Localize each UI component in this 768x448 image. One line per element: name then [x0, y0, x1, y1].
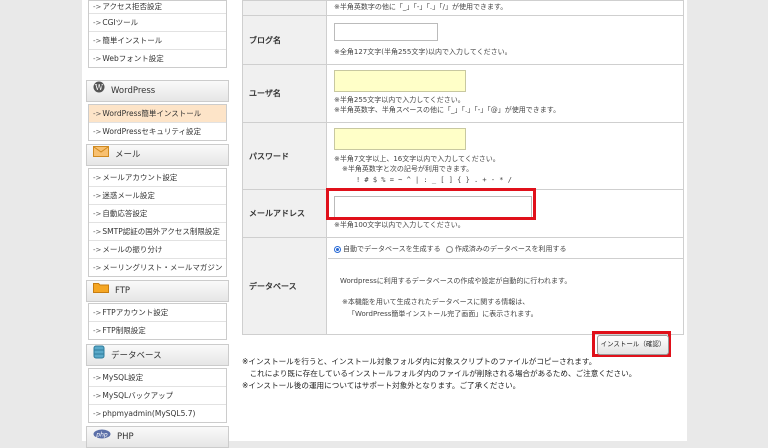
- menu-item-web-font[interactable]: ->Webフォント設定: [89, 50, 226, 67]
- menu-item-smtp-restrict[interactable]: ->SMTP認証の国外アクセス制限設定: [89, 223, 226, 241]
- envelope-icon: [93, 145, 109, 165]
- section-header-database[interactable]: データベース: [86, 344, 229, 366]
- database-icon: [93, 345, 105, 367]
- arrow-right-icon: ->: [93, 37, 102, 45]
- menu-item-access-deny[interactable]: ->アクセス拒否設定: [89, 1, 226, 14]
- arrow-right-icon: ->: [93, 210, 102, 218]
- menu-item-mailing-list[interactable]: ->メーリングリスト・メールマガジン: [89, 259, 226, 276]
- arrow-right-icon: ->: [93, 174, 102, 182]
- arrow-right-icon: ->: [93, 392, 102, 400]
- label-password: パスワード: [243, 123, 327, 189]
- arrow-right-icon: ->: [93, 410, 102, 418]
- menu-item-mysql-settings[interactable]: ->MySQL設定: [89, 369, 226, 387]
- menu-item-wordpress-install[interactable]: ->WordPress簡単インストール: [89, 105, 226, 123]
- footer-note-1: ※インストールを行うと、インストール対象フォルダ内に対象スクリプトのファイルがコ…: [242, 357, 597, 366]
- blog-name-input[interactable]: [334, 23, 438, 41]
- label-email: メールアドレス: [243, 190, 327, 237]
- arrow-right-icon: ->: [93, 374, 102, 382]
- install-form: ※半角英数字の他に「_」「-」「.」「/」が使用できます。 ブログ名 ※全角12…: [242, 0, 684, 335]
- menu-item-auto-reply[interactable]: ->自動応答設定: [89, 205, 226, 223]
- arrow-right-icon: ->: [93, 3, 102, 11]
- menu-group-wordpress: ->WordPress簡単インストール ->WordPressセキュリティ設定: [88, 104, 227, 141]
- menu-group-ftp: ->FTPアカウント設定 ->FTP制限設定: [88, 303, 227, 340]
- row-password: パスワード ※半角7文字以上、16文字以内で入力してください。 ※半角英数字と次…: [243, 123, 683, 190]
- row-blog-name: ブログ名 ※全角127文字(半角255文字)以内で入力してください。: [243, 16, 683, 65]
- menu-item-easy-install[interactable]: ->簡単インストール: [89, 32, 226, 50]
- section-header-ftp[interactable]: FTP: [86, 280, 229, 302]
- menu-item-mysql-backup[interactable]: ->MySQLバックアップ: [89, 387, 226, 405]
- label-username: ユーザ名: [243, 65, 327, 122]
- section-header-mail[interactable]: メール: [86, 144, 229, 166]
- install-confirm-button[interactable]: インストール（確認）: [597, 335, 669, 355]
- footer-note-2: これにより既に存在しているインストールフォルダ内のファイルが削除される場合がある…: [242, 369, 637, 378]
- menu-item-wordpress-security[interactable]: ->WordPressセキュリティ設定: [89, 123, 226, 140]
- footer-note-3: ※インストール後の運用についてはサポート対象外となります。ご了承ください。: [242, 381, 521, 390]
- arrow-right-icon: ->: [93, 110, 102, 118]
- arrow-right-icon: ->: [93, 55, 102, 63]
- menu-group-site: ->アクセス拒否設定 ->CGIツール ->簡単インストール ->Webフォント…: [88, 0, 227, 68]
- label-database: データベース: [243, 238, 327, 334]
- arrow-right-icon: ->: [93, 246, 102, 254]
- arrow-right-icon: ->: [93, 128, 102, 136]
- svg-text:W: W: [95, 83, 104, 92]
- arrow-right-icon: ->: [93, 327, 102, 335]
- section-header-php[interactable]: php PHP: [86, 426, 229, 448]
- svg-text:php: php: [95, 432, 108, 439]
- row-database: データベース 自動でデータベースを生成する 作成済みのデータベースを利用する W…: [243, 238, 683, 334]
- radio-auto-database[interactable]: [334, 245, 341, 253]
- folder-icon: [93, 281, 109, 301]
- arrow-right-icon: ->: [93, 19, 102, 27]
- radio-existing-database[interactable]: [445, 245, 453, 253]
- php-icon: php: [93, 427, 111, 447]
- menu-group-database: ->MySQL設定 ->MySQLバックアップ ->phpmyadmin(MyS…: [88, 368, 227, 423]
- menu-item-mail-filter[interactable]: ->メールの振り分け: [89, 241, 226, 259]
- menu-item-mail-account[interactable]: ->メールアカウント設定: [89, 169, 226, 187]
- menu-item-cgi-tools[interactable]: ->CGIツール: [89, 14, 226, 32]
- wordpress-icon: W: [93, 81, 105, 101]
- password-input[interactable]: [334, 128, 466, 150]
- row-install-path: ※半角英数字の他に「_」「-」「.」「/」が使用できます。: [243, 1, 683, 16]
- arrow-right-icon: ->: [93, 309, 102, 317]
- menu-item-ftp-restrict[interactable]: ->FTP制限設定: [89, 322, 226, 339]
- email-highlight-box: [326, 188, 536, 220]
- arrow-right-icon: ->: [93, 192, 102, 200]
- divider: [328, 258, 683, 259]
- label-blog-name: ブログ名: [243, 16, 327, 64]
- section-header-wordpress[interactable]: W WordPress: [86, 80, 229, 102]
- arrow-right-icon: ->: [93, 264, 102, 272]
- menu-item-phpmyadmin[interactable]: ->phpmyadmin(MySQL5.7): [89, 405, 226, 422]
- menu-group-mail: ->メールアカウント設定 ->迷惑メール設定 ->自動応答設定 ->SMTP認証…: [88, 168, 227, 277]
- menu-item-ftp-account[interactable]: ->FTPアカウント設定: [89, 304, 226, 322]
- menu-item-spam[interactable]: ->迷惑メール設定: [89, 187, 226, 205]
- arrow-right-icon: ->: [93, 228, 102, 236]
- row-username: ユーザ名 ※半角255文字以内で入力してください。 ※半角英数字、半角スペースの…: [243, 65, 683, 123]
- username-input[interactable]: [334, 70, 466, 92]
